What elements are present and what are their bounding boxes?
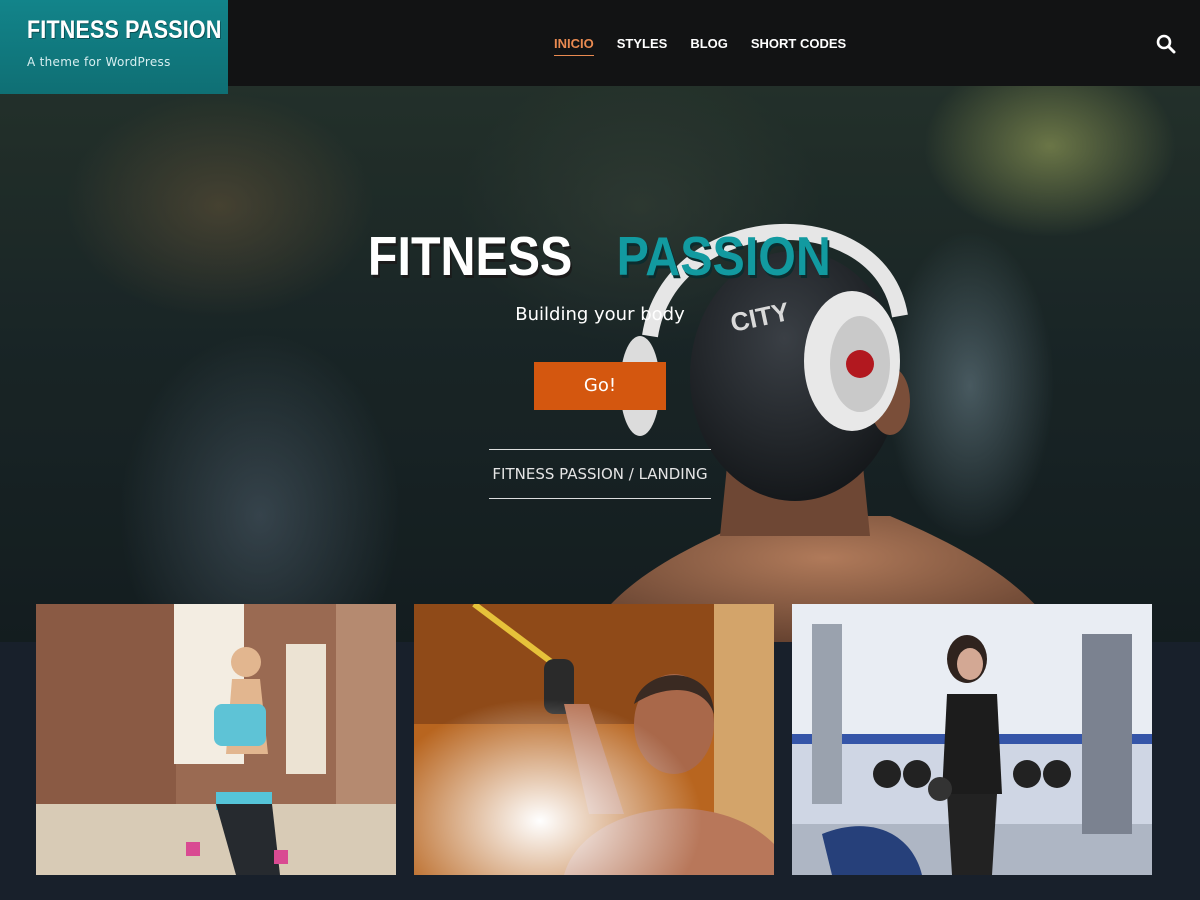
site-branding[interactable]: FITNESS PASSION A theme for WordPress [0, 0, 228, 94]
search-icon [1156, 34, 1176, 54]
hero-title-part2: PASSION [616, 225, 831, 287]
hero-section: CITY FITNESS PASSION Building your body … [0, 86, 1200, 642]
site-title[interactable]: FITNESS PASSION [27, 16, 221, 45]
page: CITY FITNESS PASSION Building your body … [0, 0, 1200, 900]
hero-title-part1: FITNESS [368, 225, 573, 287]
woman-with-dumbbells-photo [36, 604, 396, 875]
nav-item-styles[interactable]: STYLES [617, 36, 668, 56]
card-woman-gym[interactable] [792, 604, 1152, 875]
woman-in-gym-photo [792, 604, 1152, 875]
nav-item-short-codes[interactable]: SHORT CODES [751, 36, 846, 56]
hero-subtitle: Building your body [515, 304, 685, 325]
go-button[interactable]: Go! [534, 362, 666, 410]
card-woman-dumbbells[interactable] [36, 604, 396, 875]
nav-item-inicio[interactable]: INICIO [554, 36, 594, 56]
man-training-with-rope-photo [414, 604, 774, 875]
hero-title: FITNESS PASSION [0, 224, 1200, 288]
search-button[interactable] [1156, 34, 1176, 54]
breadcrumb: FITNESS PASSION / LANDING [489, 449, 711, 499]
site-tagline: A theme for WordPress [27, 55, 171, 69]
card-man-training[interactable] [414, 604, 774, 875]
nav-item-blog[interactable]: BLOG [690, 36, 728, 56]
feature-cards [36, 604, 1153, 875]
main-nav: INICIO STYLES BLOG SHORT CODES [554, 36, 869, 56]
